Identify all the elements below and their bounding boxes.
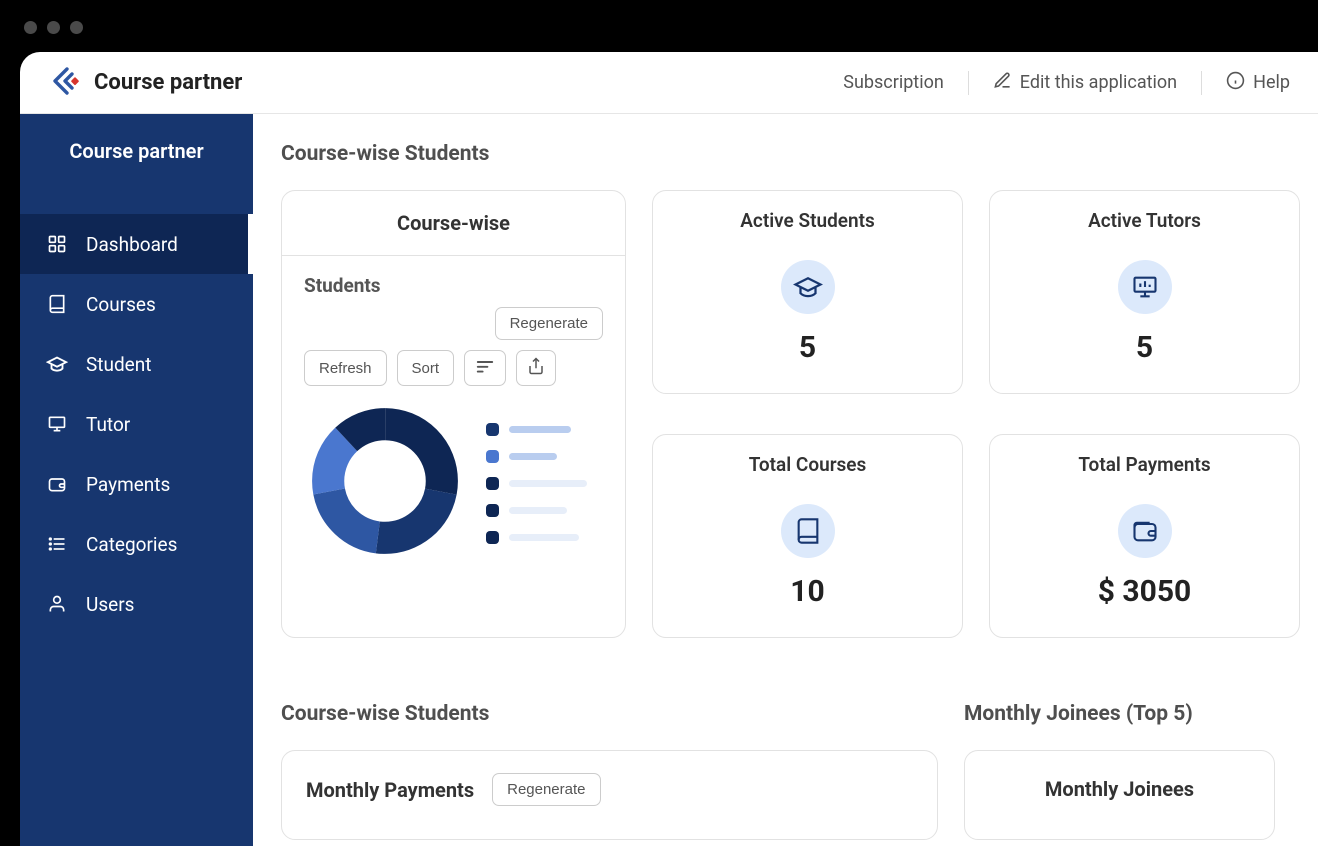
filter-lines-icon <box>475 358 495 378</box>
sort-button[interactable]: Sort <box>397 350 455 386</box>
legend-label-placeholder <box>509 453 557 460</box>
app-header: Course partner Subscription Edit this ap… <box>20 52 1318 114</box>
courses-icon <box>46 293 68 315</box>
legend-item <box>486 450 587 463</box>
dashboard-icon <box>46 233 68 255</box>
sidebar-item-users[interactable]: Users <box>20 574 253 634</box>
student-icon <box>46 353 68 375</box>
sidebar-item-courses[interactable]: Courses <box>20 274 253 334</box>
regenerate-button[interactable]: Regenerate <box>495 307 603 340</box>
subscription-link[interactable]: Subscription <box>843 72 944 93</box>
legend-label-placeholder <box>509 534 579 541</box>
help-label: Help <box>1253 72 1290 93</box>
active-students-value: 5 <box>799 330 816 365</box>
info-icon <box>1226 71 1245 95</box>
wallet-icon <box>1118 504 1172 558</box>
sidebar-item-label: Payments <box>86 473 170 496</box>
regenerate-button-2[interactable]: Regenerate <box>492 773 600 806</box>
chart-sub-label: Students <box>304 274 603 297</box>
edit-icon <box>993 71 1012 95</box>
book-icon <box>781 504 835 558</box>
separator <box>1201 71 1202 95</box>
brand: Course partner <box>48 64 242 102</box>
sidebar-item-categories[interactable]: Categories <box>20 514 253 574</box>
window-titlebar <box>0 8 1318 46</box>
sidebar-item-dashboard[interactable]: Dashboard <box>20 214 253 274</box>
categories-icon <box>46 533 68 555</box>
legend-item <box>486 477 587 490</box>
active-tutors-value: 5 <box>1136 330 1153 365</box>
sidebar-item-student[interactable]: Student <box>20 334 253 394</box>
total-payments-title: Total Payments <box>990 435 1299 476</box>
course-wise-chart-card: Course-wise Students Regenerate Refresh … <box>281 190 626 638</box>
monthly-payments-card: Monthly Payments Regenerate <box>281 750 938 840</box>
help-link[interactable]: Help <box>1226 71 1290 95</box>
sidebar-title: Course partner <box>20 114 253 188</box>
graduation-cap-icon <box>781 260 835 314</box>
total-courses-title: Total Courses <box>653 435 962 476</box>
legend-item <box>486 504 587 517</box>
brand-name: Course partner <box>94 70 242 95</box>
legend-label-placeholder <box>509 507 567 514</box>
monthly-joinees-title: Monthly Joinees <box>965 751 1274 827</box>
main-content: Course-wise Students Course-wise Student… <box>253 114 1318 846</box>
legend-swatch <box>486 450 499 463</box>
active-tutors-title: Active Tutors <box>990 191 1299 232</box>
active-students-title: Active Students <box>653 191 962 232</box>
total-courses-card: Total Courses 10 <box>652 434 963 638</box>
presentation-icon <box>1118 260 1172 314</box>
sidebar-item-label: Courses <box>86 293 156 316</box>
sidebar-item-tutor[interactable]: Tutor <box>20 394 253 454</box>
section-title-3: Monthly Joinees (Top 5) <box>964 702 1275 726</box>
legend-item <box>486 531 587 544</box>
legend-swatch <box>486 504 499 517</box>
legend-label-placeholder <box>509 426 571 433</box>
edit-label: Edit this application <box>1020 72 1177 93</box>
export-button[interactable] <box>516 350 556 386</box>
total-courses-value: 10 <box>790 574 824 609</box>
total-payments-card: Total Payments $ 3050 <box>989 434 1300 638</box>
window-dot <box>47 21 60 34</box>
users-icon <box>46 593 68 615</box>
chart-legend <box>486 423 587 544</box>
monthly-joinees-card: Monthly Joinees <box>964 750 1275 840</box>
export-icon <box>527 357 545 379</box>
legend-swatch <box>486 477 499 490</box>
brand-logo-icon <box>48 64 82 102</box>
active-students-card: Active Students 5 <box>652 190 963 394</box>
legend-swatch <box>486 531 499 544</box>
legend-item <box>486 423 587 436</box>
edit-app-link[interactable]: Edit this application <box>993 71 1177 95</box>
sidebar-item-payments[interactable]: Payments <box>20 454 253 514</box>
separator <box>968 71 969 95</box>
section-title-2: Course-wise Students <box>281 702 938 726</box>
sidebar-item-label: Student <box>86 353 151 376</box>
legend-swatch <box>486 423 499 436</box>
chart-card-title: Course-wise <box>282 191 625 256</box>
donut-chart <box>310 406 460 560</box>
sidebar-item-label: Users <box>86 593 134 616</box>
total-payments-value: $ 3050 <box>1098 574 1192 609</box>
subscription-label: Subscription <box>843 72 944 93</box>
sidebar-item-label: Dashboard <box>86 233 178 256</box>
window-dot <box>70 21 83 34</box>
tutor-icon <box>46 413 68 435</box>
sidebar-item-label: Tutor <box>86 413 130 436</box>
filter-lines-button[interactable] <box>464 350 506 386</box>
section-title-1: Course-wise Students <box>281 142 1318 166</box>
refresh-button[interactable]: Refresh <box>304 350 387 386</box>
monthly-payments-title: Monthly Payments <box>306 778 474 802</box>
legend-label-placeholder <box>509 480 587 487</box>
window-dot <box>24 21 37 34</box>
payments-icon <box>46 473 68 495</box>
sidebar-item-label: Categories <box>86 533 177 556</box>
active-tutors-card: Active Tutors 5 <box>989 190 1300 394</box>
sidebar: Course partner Dashboard Courses Student Tu… <box>20 114 253 846</box>
